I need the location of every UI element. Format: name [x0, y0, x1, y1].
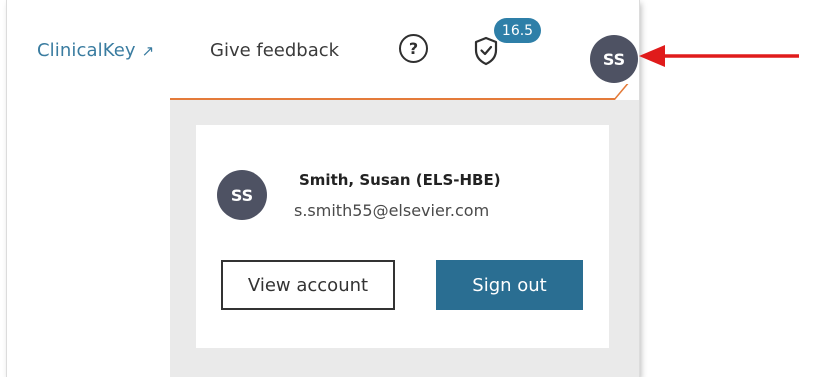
sign-out-button[interactable]: Sign out	[436, 260, 583, 310]
annotation-arrow-icon	[639, 45, 799, 67]
help-icon[interactable]: ?	[399, 34, 428, 63]
account-dropdown: SS Smith, Susan (ELS-HBE) s.smith55@else…	[170, 100, 639, 377]
clinicalkey-link[interactable]: ClinicalKey ↗	[37, 40, 154, 61]
user-avatar-button[interactable]: SS	[590, 35, 638, 83]
account-card: SS Smith, Susan (ELS-HBE) s.smith55@else…	[196, 125, 609, 348]
user-email: s.smith55@elsevier.com	[294, 201, 490, 220]
external-link-icon: ↗	[141, 42, 155, 60]
top-navigation-bar: ClinicalKey ↗ Give feedback ? 16.5 SS	[7, 0, 639, 100]
view-account-button[interactable]: View account	[221, 260, 395, 310]
give-feedback-link[interactable]: Give feedback	[210, 40, 339, 61]
score-badge: 16.5	[494, 18, 541, 43]
shield-check-icon[interactable]	[473, 36, 499, 66]
app-window: ClinicalKey ↗ Give feedback ? 16.5 SS SS …	[7, 0, 639, 377]
user-name: Smith, Susan (ELS-HBE)	[299, 171, 501, 189]
account-avatar: SS	[217, 170, 267, 220]
clinicalkey-label: ClinicalKey	[37, 40, 136, 61]
